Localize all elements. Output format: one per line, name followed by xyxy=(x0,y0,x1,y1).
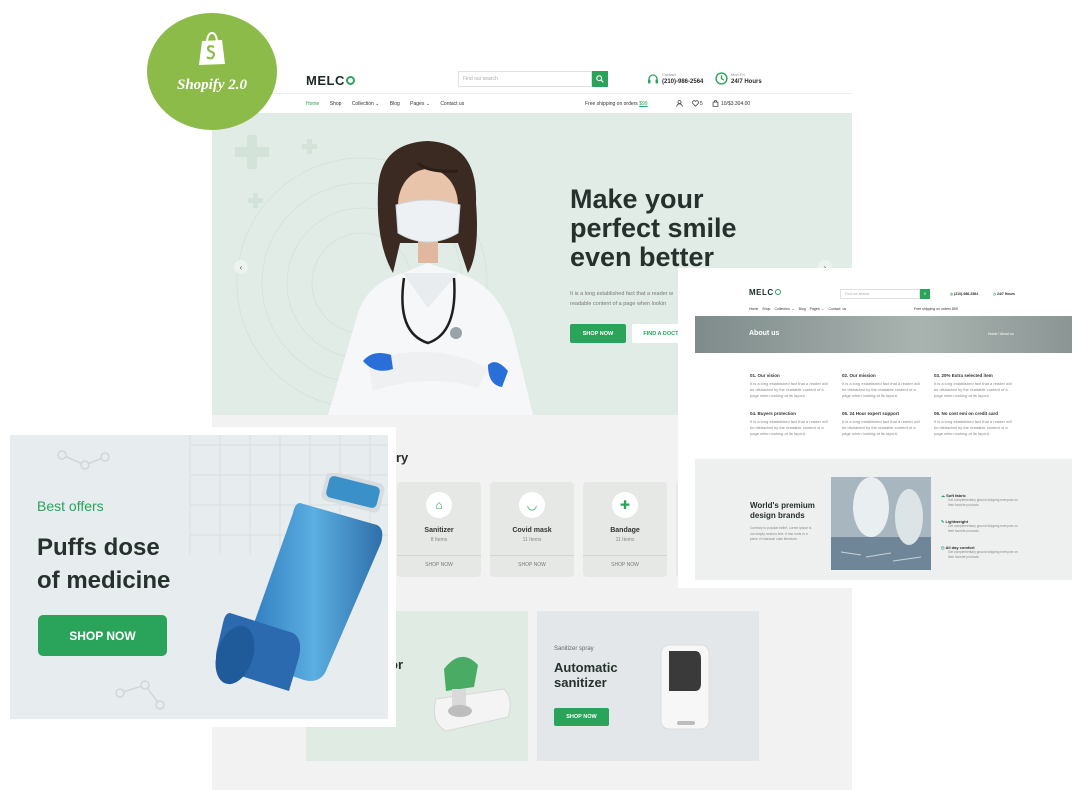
category-shop-link[interactable]: SHOP NOW xyxy=(397,555,481,568)
logo-mark-icon xyxy=(774,289,781,295)
nav-blog[interactable]: Blog xyxy=(390,101,400,107)
nav-collection[interactable]: Collection ⌄ xyxy=(774,307,794,311)
nav-contact[interactable]: Contact us xyxy=(828,307,846,311)
cart-icon[interactable] xyxy=(712,100,719,107)
contact-phone[interactable]: (210)-986-2564 xyxy=(662,79,703,85)
about-hours: ◷ 24/7 Hours xyxy=(993,292,1015,296)
doctor-image xyxy=(328,141,533,415)
feature-vision: 01. Our vision It is a long established f… xyxy=(750,373,828,398)
headset-icon xyxy=(648,74,658,84)
search-button[interactable] xyxy=(592,71,608,87)
site-logo[interactable]: MELC xyxy=(306,73,355,88)
logo-mark-icon xyxy=(345,76,355,85)
clock-icon xyxy=(715,72,728,85)
promo-title: or xyxy=(390,657,403,672)
nav-home[interactable]: Home xyxy=(306,101,319,107)
nav-shop[interactable]: Shop xyxy=(762,307,770,311)
offer-title: Puffs dose of medicine xyxy=(37,534,171,594)
promo-shop-now-button[interactable]: SHOP NOW xyxy=(554,708,609,726)
about-logo[interactable]: MELC xyxy=(749,288,781,297)
category-card-sanitizer[interactable]: ⌂ Sanitizer 8 Items SHOP NOW xyxy=(397,482,481,577)
promo-card-sanitizer: Sanitizer spray Automatic sanitizer SHOP … xyxy=(537,611,759,761)
about-page-mockup: MELC Find our search ⌕ ◎ (210)-986-2564 … xyxy=(686,276,1072,580)
free-shipping-notice: Free shipping on orders $99 xyxy=(585,101,648,107)
category-card-covid-mask[interactable]: ◡ Covid mask 11 Items SHOP NOW xyxy=(490,482,574,577)
hours-value: 24/7 Hours xyxy=(731,79,762,85)
about-banner-title: About us xyxy=(749,330,780,337)
hero-shop-now-button[interactable]: SHOP NOW xyxy=(570,324,626,343)
slider-next-button[interactable]: › xyxy=(818,260,832,274)
category-card-bandage[interactable]: ✚ Bandage 11 Items SHOP NOW xyxy=(583,482,667,577)
brands-section: World's premium design brands Contrary to… xyxy=(695,459,1072,580)
main-nav: Home Shop Collection ⌄ Blog Pages ⌄ Cont… xyxy=(306,101,473,107)
search-input[interactable]: Find our search xyxy=(458,71,592,87)
hero-description: It is a long established fact that a rea… xyxy=(570,291,674,307)
about-nav: Home Shop Collection ⌄ Blog Pages ⌄ Cont… xyxy=(749,307,846,311)
badge-label: Shopify 2.0 xyxy=(176,77,247,93)
inhaler-image xyxy=(215,473,385,691)
mask-icon: ◡ xyxy=(519,492,545,518)
breadcrumb: Home / About us xyxy=(988,332,1014,336)
feature-expert-support: 05. 24 Hour expert support It is a long e… xyxy=(842,411,920,436)
brand-point-soft-fabric: ☁ Soft fabric Get complementary ground s… xyxy=(941,493,1018,507)
about-banner: About us Home / About us xyxy=(695,316,1072,353)
promo-title: Automatic sanitizer xyxy=(554,660,618,690)
surgery-image xyxy=(831,477,931,570)
nav-collection[interactable]: Collection ⌄ xyxy=(352,101,380,107)
heart-icon[interactable] xyxy=(692,100,699,107)
nebulizer-image xyxy=(433,656,511,732)
slider-prev-button[interactable]: ‹ xyxy=(234,260,248,274)
feature-extra-item: 03. 20% Extra selected item It is a long … xyxy=(934,373,1012,398)
promo-kicker: Sanitizer spray xyxy=(554,646,594,652)
nav-contact[interactable]: Contact us xyxy=(440,101,464,107)
nav-blog[interactable]: Blog xyxy=(799,307,806,311)
nav-pages[interactable]: Pages ⌄ xyxy=(410,101,430,107)
shopify-bag-icon xyxy=(199,32,225,65)
hours-label: Mon-Fri xyxy=(731,72,745,77)
brand-point-all-day-comfort: ◷ All day comfort Get complementary grou… xyxy=(941,545,1018,559)
shopify-badge: Shopify 2.0 xyxy=(147,13,277,130)
about-free-shipping: Free shipping on orders $99 xyxy=(914,307,958,311)
hero-title: Make your perfect smile even better xyxy=(570,184,737,272)
sanitizer-bottle-icon: ⌂ xyxy=(426,492,452,518)
about-phone: ◎ (210)-986-2564 xyxy=(950,292,979,296)
site-header: MELC Find our search Contact (210)-986-2… xyxy=(212,65,852,113)
category-heading: ory xyxy=(388,450,409,465)
search-icon xyxy=(596,75,604,83)
nav-pages[interactable]: Pages ⌄ xyxy=(810,307,825,311)
about-search-input[interactable]: Find our search xyxy=(840,289,920,299)
contact-label: Contact xyxy=(662,72,676,77)
category-shop-link[interactable]: SHOP NOW xyxy=(490,555,574,568)
chevron-right-icon: › xyxy=(823,262,827,272)
nav-shop[interactable]: Shop xyxy=(330,101,342,107)
feature-no-cost-emi: 06. No cost emi on credit card It is a lo… xyxy=(934,411,1012,436)
header-divider xyxy=(212,93,852,94)
wishlist-count: 5 xyxy=(700,101,703,107)
offer-banner: Best offers Puffs dose of medicine SHOP N… xyxy=(10,435,388,719)
brand-point-lightweight: ✎ Lightweight Get complementary ground s… xyxy=(941,519,1018,533)
cart-total[interactable]: 10/$3.304.00 xyxy=(721,101,750,107)
offer-shop-now-button[interactable]: SHOP NOW xyxy=(38,615,167,656)
category-shop-link[interactable]: SHOP NOW xyxy=(583,555,667,568)
user-icon[interactable] xyxy=(676,100,683,107)
sanitizer-dispenser-image xyxy=(660,644,710,730)
bandage-icon: ✚ xyxy=(612,492,638,518)
feature-buyers-protection: 04. Buyers protection It is a long establ… xyxy=(750,411,828,436)
brands-title: World's premium design brands xyxy=(750,501,815,520)
chevron-left-icon: ‹ xyxy=(239,262,243,272)
brands-text: Contrary to popular belief, Lorem Ipsum … xyxy=(750,526,812,541)
offer-kicker: Best offers xyxy=(37,498,104,514)
feature-mission: 02. Our mission It is a long established … xyxy=(842,373,920,398)
nav-home[interactable]: Home xyxy=(749,307,758,311)
search-icon: ⌕ xyxy=(923,291,927,297)
about-search-button[interactable]: ⌕ xyxy=(920,289,930,299)
